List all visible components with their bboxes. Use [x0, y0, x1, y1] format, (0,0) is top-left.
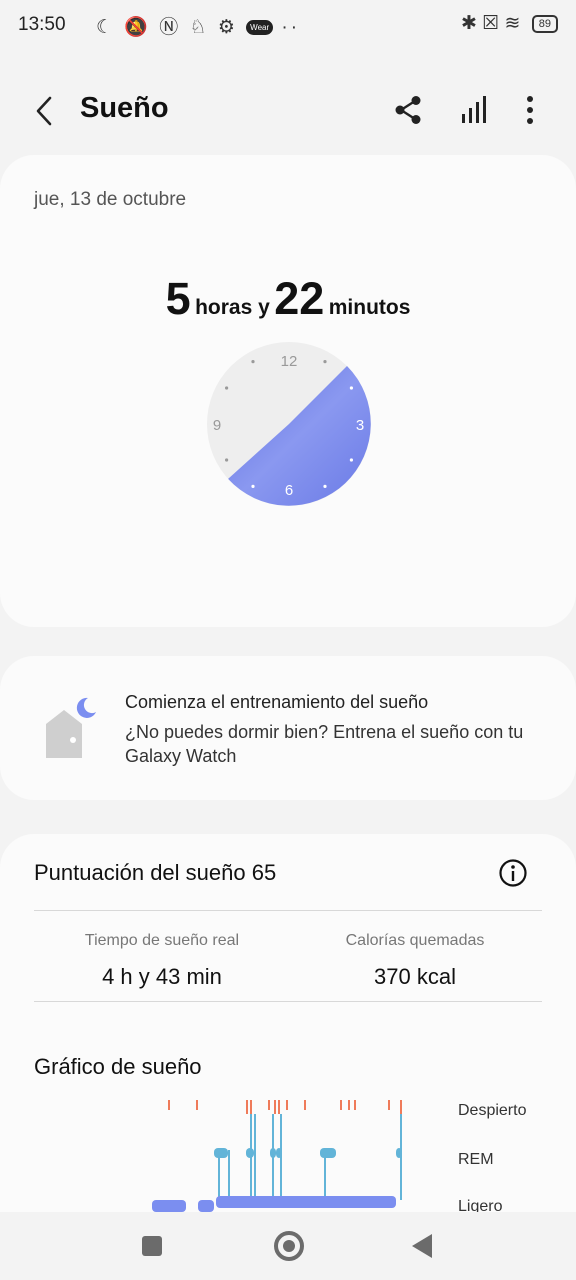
back-arrow-icon: [36, 96, 52, 126]
nav-back-button[interactable]: [412, 1234, 432, 1258]
rem-mark: [320, 1148, 336, 1158]
duration-minutes: 22: [274, 273, 325, 324]
divider: [34, 910, 542, 911]
sleep-duration: 5 horas y 22 minutos: [0, 273, 576, 325]
rem-connector: [250, 1114, 252, 1200]
house-moon-icon: [46, 697, 96, 758]
duration-hours-unit: horas y: [195, 296, 270, 319]
clock-label-6: 6: [285, 482, 293, 499]
awake-mark: [246, 1100, 248, 1114]
awake-mark: [268, 1100, 270, 1110]
more-vert-icon: [527, 96, 533, 124]
duration-hours: 5: [165, 273, 191, 324]
divider: [34, 1001, 542, 1002]
clock-tick: [349, 458, 353, 462]
light-mark: [198, 1200, 214, 1212]
training-title: Comienza el entrenamiento del sueño: [125, 692, 429, 712]
duration-minutes-unit: minutos: [328, 296, 411, 319]
bar-chart-icon: [462, 96, 486, 123]
awake-mark: [400, 1100, 402, 1114]
clock-label-3: 3: [356, 417, 364, 434]
status-bar: 13:50 ☾ 🔕 Ⓝ ♘ ⚙ Wear ·· ✱ ☒ ≋ 89: [0, 0, 576, 52]
training-description: ¿No puedes dormir bien? Entrena el sueño…: [125, 722, 524, 766]
status-notification-icons: ☾ 🔕 Ⓝ ♘ ⚙ Wear ··: [96, 12, 300, 39]
awake-mark: [250, 1100, 252, 1114]
calories-label: Calorías quemadas: [345, 932, 485, 949]
awake-mark: [274, 1100, 276, 1114]
rem-mark: [214, 1148, 228, 1158]
sleep-training-card[interactable]: Comienza el entrenamiento del sueño ¿No …: [0, 656, 576, 800]
more-notifications-icon: ··: [281, 17, 301, 38]
rem-connector: [400, 1114, 402, 1200]
awake-mark: [348, 1100, 350, 1110]
clock-label-9: 9: [213, 417, 221, 434]
sleep-score-title: Puntuación del sueño 65: [34, 860, 277, 885]
battery-icon: 89: [531, 14, 558, 33]
clock-tick: [251, 360, 255, 364]
info-button[interactable]: [498, 858, 528, 888]
sleep-score-card: Puntuación del sueño 65 Tiempo de sueño …: [0, 834, 576, 1215]
real-sleep-value: 4 h y 43 min: [102, 964, 222, 989]
statistics-button[interactable]: [456, 94, 492, 126]
clock-tick: [323, 484, 327, 488]
awake-mark: [168, 1100, 170, 1110]
page-title: Sueño: [80, 92, 169, 124]
light-mark: [152, 1200, 186, 1212]
rem-marks: [214, 1114, 402, 1200]
wear-app-icon: Wear: [246, 20, 274, 36]
sleep-clock: 12 3 6 9: [207, 342, 371, 506]
awake-mark: [354, 1100, 356, 1110]
clock-label-12: 12: [281, 353, 298, 370]
clock-tick: [251, 484, 255, 488]
light-marks: [152, 1196, 396, 1212]
rem-connector: [324, 1150, 326, 1200]
sleep-date: jue, 13 de octubre: [34, 189, 187, 210]
app-bar: Sueño: [0, 70, 576, 150]
notification-icons: ☾ 🔕 Ⓝ ♘ ⚙: [96, 17, 238, 38]
recents-button[interactable]: [142, 1236, 162, 1256]
real-sleep-label: Tiempo de sueño real: [84, 932, 240, 949]
clock-tick: [323, 360, 327, 364]
clock-tick: [349, 386, 353, 390]
awake-mark: [340, 1100, 342, 1110]
rem-connector: [272, 1114, 274, 1200]
status-system-icons: ✱ ☒ ≋ 89: [461, 12, 558, 35]
legend-rem: REM: [458, 1151, 494, 1168]
calories-value: 370 kcal: [374, 964, 456, 989]
legend-awake: Despierto: [458, 1102, 527, 1119]
rem-connector: [280, 1114, 282, 1200]
share-button[interactable]: [392, 94, 424, 126]
rem-connector: [218, 1150, 220, 1200]
awake-mark: [278, 1100, 280, 1114]
clock-tick: [225, 458, 229, 462]
share-icon: [395, 96, 421, 124]
awake-marks: [168, 1100, 402, 1114]
sleep-chart-title: Gráfico de sueño: [34, 1054, 202, 1079]
back-button[interactable]: [28, 94, 62, 128]
awake-mark: [286, 1100, 288, 1110]
home-icon: [283, 1240, 295, 1252]
clock-tick: [225, 386, 229, 390]
light-mark: [216, 1196, 396, 1208]
rem-connector: [254, 1114, 256, 1200]
sleep-summary-card[interactable]: jue, 13 de octubre 5 horas y 22 minutos …: [0, 155, 576, 627]
system-icons: ✱ ☒ ≋: [461, 13, 521, 34]
navigation-bar: [0, 1212, 576, 1280]
awake-mark: [304, 1100, 306, 1110]
awake-mark: [388, 1100, 390, 1110]
rem-connector: [228, 1150, 230, 1200]
status-time: 13:50: [18, 14, 66, 35]
home-button[interactable]: [274, 1231, 304, 1261]
awake-mark: [196, 1100, 198, 1110]
info-icon: [499, 859, 527, 887]
more-options-button[interactable]: [516, 94, 544, 126]
sleep-stage-chart: [152, 1100, 402, 1212]
